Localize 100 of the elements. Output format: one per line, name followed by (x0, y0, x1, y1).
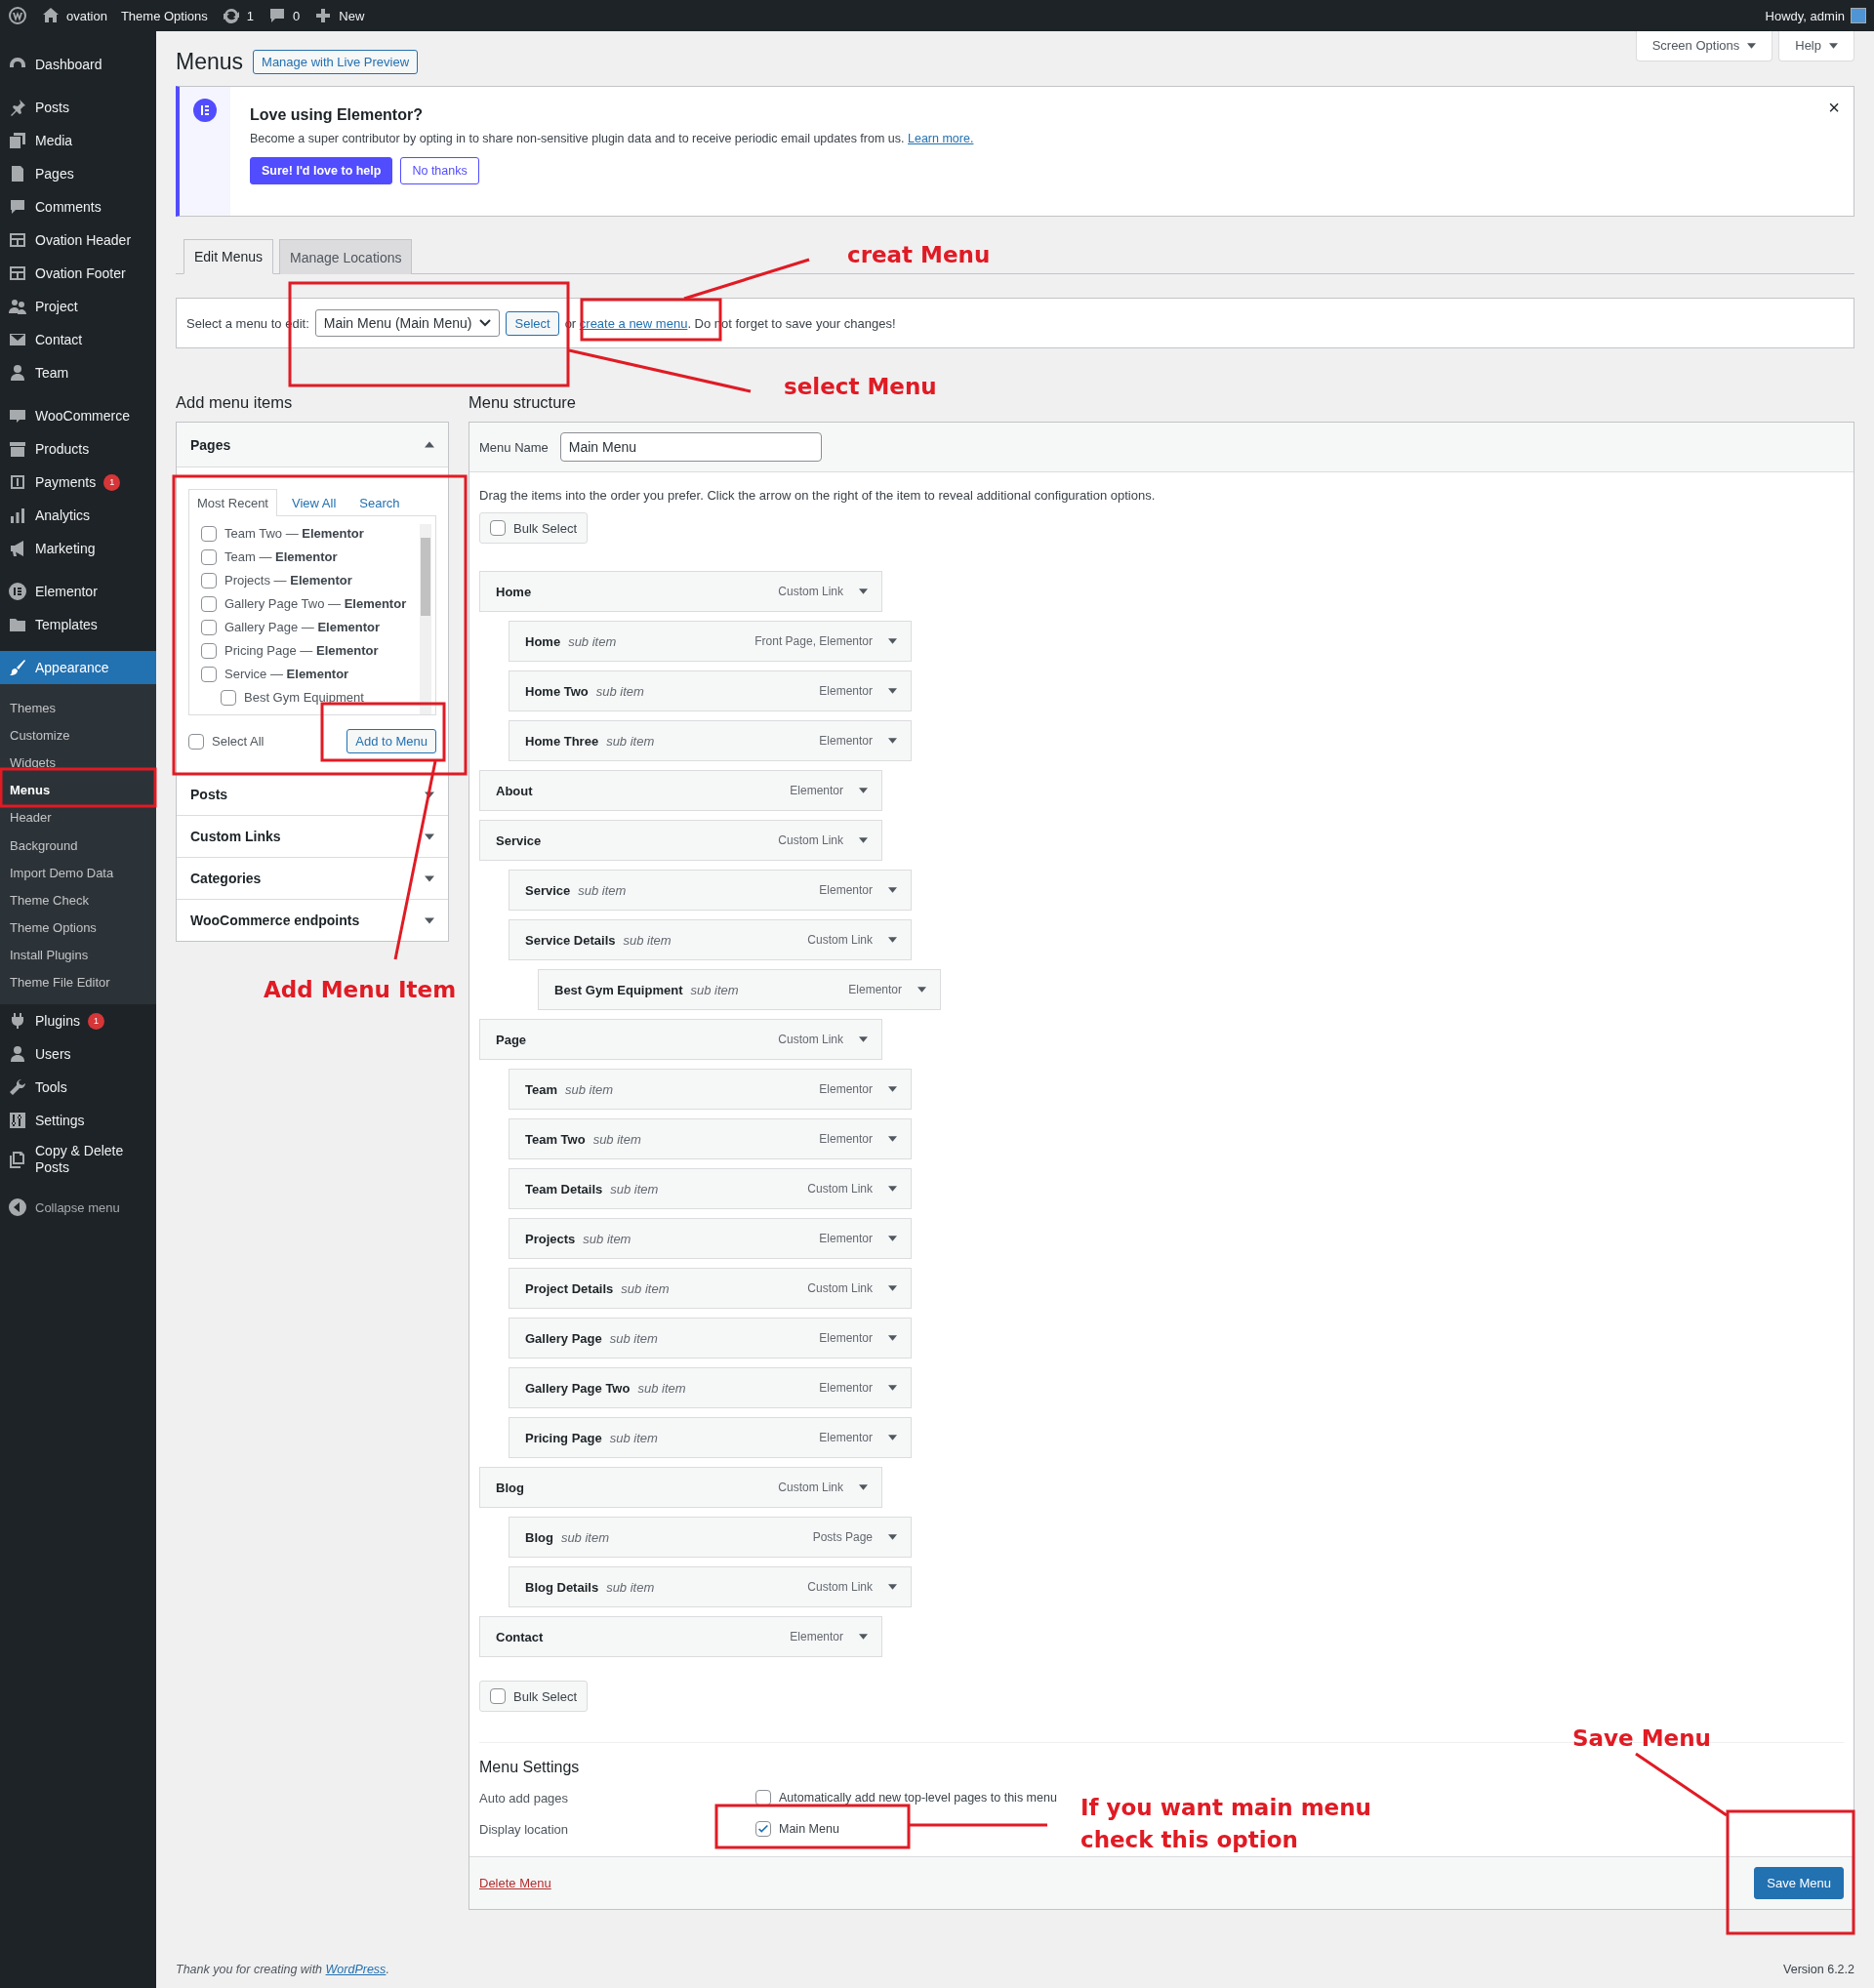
menu-item[interactable]: Projects sub item Elementor (509, 1218, 912, 1259)
save-menu-button[interactable]: Save Menu (1754, 1867, 1844, 1899)
sidebar-item[interactable]: Marketing (0, 532, 156, 565)
sidebar-item[interactable]: Copy & Delete Posts (0, 1137, 156, 1183)
menu-item[interactable]: Home Custom Link (479, 571, 882, 612)
update-count[interactable]: 1 (246, 8, 255, 23)
tab[interactable]: Most Recent (188, 489, 277, 516)
sidebar-item[interactable]: Dashboard (0, 48, 156, 81)
menu-item[interactable]: Team Two sub item Elementor (509, 1118, 912, 1159)
sidebar-item[interactable]: Templates (0, 608, 156, 641)
submenu-item[interactable]: Themes (0, 694, 156, 722)
menu-item[interactable]: Best Gym Equipment sub item Elementor (538, 969, 941, 1010)
menu-item[interactable]: Home Two sub item Elementor (509, 670, 912, 711)
sidebar-item[interactable]: Payments 1 (0, 466, 156, 499)
tab[interactable]: Edit Menus (183, 239, 274, 274)
accordion-header[interactable]: Custom Links (177, 815, 448, 857)
submenu-item[interactable]: Theme Options (0, 913, 156, 942)
toolbar-link[interactable]: Theme Options (120, 8, 208, 23)
menu-item[interactable]: Service Custom Link (479, 820, 882, 861)
collapse-menu-button[interactable]: Collapse menu (0, 1192, 156, 1224)
account-greeting[interactable]: Howdy, admin (1765, 8, 1845, 23)
bulk-select-control[interactable]: Bulk Select (479, 1681, 589, 1712)
checkbox[interactable] (188, 733, 204, 750)
tab[interactable]: Manage Locations (279, 239, 413, 274)
delete-menu-link[interactable]: Delete Menu (479, 1876, 551, 1890)
submenu-item[interactable]: Theme File Editor (0, 968, 156, 997)
menu-item[interactable]: Service Details sub item Custom Link (509, 919, 912, 960)
checkbox[interactable] (755, 1790, 771, 1805)
sidebar-item[interactable]: Tools (0, 1071, 156, 1105)
checkbox[interactable] (490, 1688, 506, 1704)
logo-icon[interactable] (8, 6, 27, 25)
submenu-item[interactable]: Background (0, 831, 156, 860)
menu-item[interactable]: Pricing Page sub item Elementor (509, 1417, 912, 1458)
sidebar-item[interactable]: Plugins 1 (0, 1004, 156, 1038)
menu-dropdown[interactable]: Main Menu (Main Menu) (314, 309, 501, 337)
checkbox[interactable] (201, 619, 217, 635)
submenu-item[interactable]: Widgets (0, 749, 156, 777)
menu-item[interactable]: Blog Custom Link (479, 1467, 882, 1508)
screen-options-button[interactable]: Screen Options (1635, 31, 1773, 61)
menu-item[interactable]: Blog Details sub item Custom Link (509, 1566, 912, 1607)
menu-item[interactable]: Home sub item Front Page, Elementor (509, 621, 912, 662)
sidebar-item[interactable]: Posts (0, 91, 156, 124)
accordion-header[interactable]: WooCommerce endpoints (177, 899, 448, 941)
bulk-select-control[interactable]: Bulk Select (479, 512, 589, 544)
accordion-header[interactable]: Pages (177, 423, 448, 467)
menu-item[interactable]: About Elementor (479, 770, 882, 811)
menu-item[interactable]: Gallery Page Two sub item Elementor (509, 1367, 912, 1408)
opt-in-button[interactable]: Sure! I'd love to help (250, 157, 393, 184)
sidebar-item[interactable]: Ovation Header (0, 223, 156, 257)
live-preview-button[interactable]: Manage with Live Preview (253, 50, 419, 74)
sidebar-item[interactable]: Project (0, 290, 156, 323)
menu-item[interactable]: Team sub item Elementor (509, 1069, 912, 1110)
select-button[interactable]: Select (506, 310, 559, 336)
checkbox[interactable] (221, 689, 236, 706)
submenu-item[interactable]: Menus (0, 776, 156, 804)
menu-item[interactable]: Home Three sub item Elementor (509, 720, 912, 761)
checkbox[interactable] (490, 520, 506, 536)
sidebar-item[interactable]: Pages (0, 157, 156, 190)
checkbox[interactable] (201, 595, 217, 612)
menu-item[interactable]: Team Details sub item Custom Link (509, 1168, 912, 1209)
sidebar-item[interactable]: Media (0, 124, 156, 157)
checkbox[interactable] (201, 572, 217, 588)
accordion-header[interactable]: Posts (177, 773, 448, 815)
sidebar-item[interactable]: Team (0, 356, 156, 389)
scrollbar[interactable] (420, 524, 431, 714)
submenu-item[interactable]: Install Plugins (0, 941, 156, 969)
submenu-item[interactable]: Import Demo Data (0, 859, 156, 887)
checkbox[interactable] (201, 642, 217, 659)
submenu-item[interactable]: Header (0, 803, 156, 832)
checkbox[interactable] (201, 548, 217, 565)
checkbox[interactable] (755, 1821, 771, 1837)
tab[interactable]: View All (283, 489, 346, 516)
comment-count[interactable]: 0 (293, 8, 301, 23)
sidebar-item[interactable]: WooCommerce (0, 399, 156, 432)
menu-item[interactable]: Gallery Page sub item Elementor (509, 1318, 912, 1359)
menu-item[interactable]: Service sub item Elementor (509, 870, 912, 911)
sidebar-item[interactable]: Appearance (0, 651, 156, 684)
add-to-menu-button[interactable]: Add to Menu (346, 729, 436, 753)
sidebar-item[interactable]: Users (0, 1037, 156, 1072)
submenu-item[interactable]: Theme Check (0, 886, 156, 914)
checkbox[interactable] (201, 666, 217, 682)
sidebar-item[interactable]: Settings (0, 1104, 156, 1138)
sidebar-item[interactable]: Comments (0, 190, 156, 223)
new-link[interactable]: New (339, 8, 365, 23)
site-link[interactable]: ovation (66, 8, 107, 23)
learn-more-link[interactable]: Learn more. (908, 132, 974, 145)
sidebar-item[interactable]: Ovation Footer (0, 257, 156, 290)
menu-item[interactable]: Blog sub item Posts Page (509, 1517, 912, 1558)
help-button[interactable]: Help (1778, 31, 1854, 61)
menu-item[interactable]: Page Custom Link (479, 1019, 882, 1060)
menu-item[interactable]: Contact Elementor (479, 1616, 882, 1657)
close-button[interactable]: × (1828, 97, 1840, 119)
accordion-header[interactable]: Categories (177, 857, 448, 899)
sidebar-item[interactable]: Elementor (0, 575, 156, 608)
sidebar-item[interactable]: Analytics (0, 499, 156, 532)
menu-name-field[interactable]: Main Menu (559, 432, 822, 462)
submenu-item[interactable]: Customize (0, 721, 156, 750)
checkbox[interactable] (201, 525, 217, 542)
sidebar-item[interactable]: Contact (0, 323, 156, 356)
menu-item[interactable]: Project Details sub item Custom Link (509, 1268, 912, 1309)
